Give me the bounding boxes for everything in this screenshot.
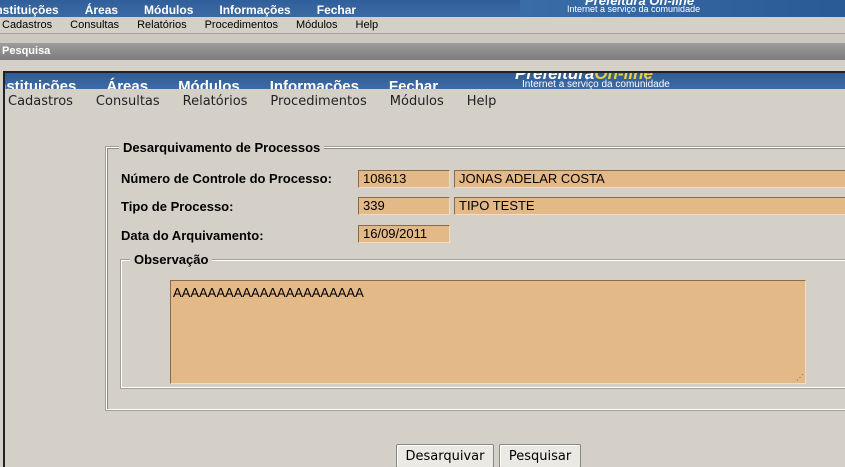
tipo-processo-code-field[interactable]: 339: [358, 197, 450, 215]
inner-menu-procedimentos[interactable]: Procedimentos: [270, 94, 366, 109]
outer-menu-cadastros[interactable]: Cadastros: [2, 19, 52, 31]
observacao-legend: Observação: [130, 252, 213, 267]
inner-window: Instituições Áreas Módulos Informações F…: [3, 71, 845, 467]
inner-menu-modulos[interactable]: Módulos: [390, 94, 444, 109]
outer-top-banner: Instituições Áreas Módulos Informações F…: [0, 0, 845, 17]
outer-menu-modulos[interactable]: Módulos: [296, 19, 338, 31]
inner-nav-instituicoes[interactable]: Instituições: [5, 78, 76, 89]
spacer: [0, 34, 845, 43]
desarquivar-button[interactable]: Desarquivar: [396, 444, 494, 467]
outer-menu-procedimentos[interactable]: Procedimentos: [205, 19, 278, 31]
data-arquivamento-field[interactable]: 16/09/2011: [358, 225, 450, 243]
desarquivamento-fieldset: Desarquivamento de Processos Número de C…: [105, 140, 845, 411]
outer-menu-consultas[interactable]: Consultas: [70, 19, 119, 31]
outer-nav-areas[interactable]: Áreas: [85, 3, 118, 17]
inner-top-nav: Instituições Áreas Módulos Informações F…: [5, 78, 468, 89]
inner-menu-relatorios[interactable]: Relatórios: [183, 94, 248, 109]
inner-menu-cadastros[interactable]: Cadastros: [8, 94, 73, 109]
inner-nav-areas[interactable]: Áreas: [106, 78, 148, 89]
inner-nav-fechar[interactable]: Fechar: [389, 78, 438, 89]
resize-grip-icon[interactable]: ⋰: [796, 374, 804, 382]
outer-brand-subtitle: Internet a serviço da comunidade: [567, 4, 701, 14]
inner-menubar: Cadastros Consultas Relatórios Procedime…: [5, 89, 845, 113]
outer-nav-fechar[interactable]: Fechar: [317, 3, 356, 17]
inner-menu-help[interactable]: Help: [467, 94, 497, 109]
observacao-text: AAAAAAAAAAAAAAAAAAAAAA: [173, 285, 364, 300]
inner-brand-subtitle: Internet a serviço da comunidade: [522, 79, 670, 89]
inner-top-banner: Instituições Áreas Módulos Informações F…: [5, 73, 845, 89]
observacao-fieldset: Observação AAAAAAAAAAAAAAAAAAAAAA ⋰: [120, 252, 845, 389]
outer-menu-relatorios[interactable]: Relatórios: [137, 19, 187, 31]
outer-nav-modulos[interactable]: Módulos: [144, 3, 193, 17]
gap: [0, 60, 845, 71]
inner-nav-modulos[interactable]: Módulos: [178, 78, 240, 89]
inner-menu-consultas[interactable]: Consultas: [96, 94, 160, 109]
tipo-processo-desc-field[interactable]: TIPO TESTE: [454, 197, 845, 215]
outer-menubar: Cadastros Consultas Relatórios Procedime…: [0, 17, 845, 34]
numero-controle-label: Número de Controle do Processo:: [121, 171, 332, 186]
outer-menu-help[interactable]: Help: [356, 19, 379, 31]
outer-nav-informacoes[interactable]: Informações: [219, 3, 290, 17]
requerente-nome-field[interactable]: JONAS ADELAR COSTA: [454, 170, 845, 188]
pesquisar-button[interactable]: Pesquisar: [499, 444, 581, 467]
data-arquivamento-label: Data do Arquivamento:: [121, 228, 264, 243]
observacao-textarea[interactable]: AAAAAAAAAAAAAAAAAAAAAA ⋰: [170, 280, 806, 384]
tipo-processo-label: Tipo de Processo:: [121, 199, 234, 214]
fieldset-legend: Desarquivamento de Processos: [119, 140, 325, 155]
inner-nav-informacoes[interactable]: Informações: [270, 78, 359, 89]
numero-controle-field[interactable]: 108613: [358, 170, 450, 188]
window-titlebar: Pesquisa: [0, 43, 845, 60]
outer-top-nav: Instituições Áreas Módulos Informações F…: [0, 3, 382, 17]
outer-nav-instituicoes[interactable]: Instituições: [0, 3, 59, 17]
